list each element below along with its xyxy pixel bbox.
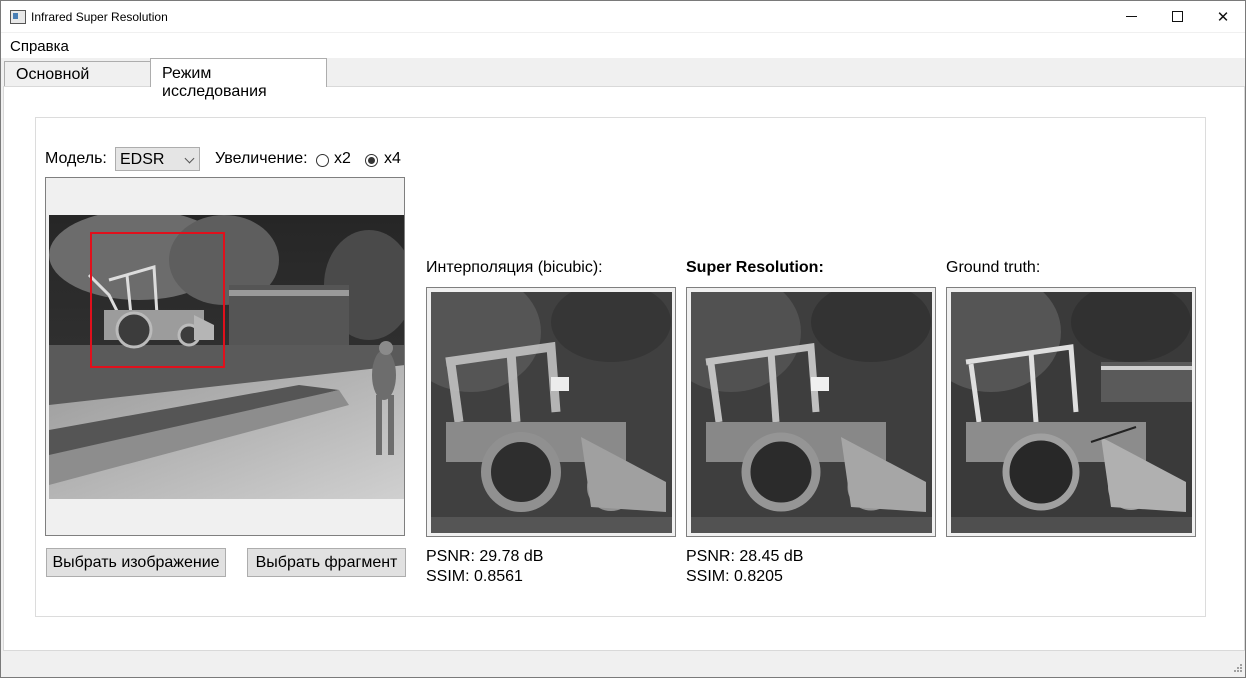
zoom-x4-label[interactable]: x4 xyxy=(384,150,401,168)
model-select-value: EDSR xyxy=(120,151,165,168)
close-button[interactable]: ✕ xyxy=(1200,1,1246,32)
sr-image xyxy=(691,292,932,533)
bicubic-title: Интерполяция (bicubic): xyxy=(426,259,603,276)
sr-image-frame xyxy=(686,287,936,537)
resize-grip-icon[interactable] xyxy=(1231,663,1243,675)
menu-bar: Справка xyxy=(1,33,1245,58)
research-group-box: Модель: EDSR Увеличение: x2 x4 Выбрать и… xyxy=(35,117,1206,617)
source-thermal-image[interactable] xyxy=(49,215,404,499)
zoom-label: Увеличение: xyxy=(215,150,308,167)
minimize-icon xyxy=(1125,16,1137,17)
bicubic-picture xyxy=(431,292,672,533)
tab-research-mode[interactable]: Режим исследования xyxy=(150,58,327,100)
menu-help[interactable]: Справка xyxy=(10,38,69,55)
source-image-frame xyxy=(45,177,405,536)
bicubic-image-frame xyxy=(426,287,676,537)
sr-picture xyxy=(691,292,932,533)
ground-truth-image-frame xyxy=(946,287,1196,537)
maximize-icon xyxy=(1171,11,1183,22)
zoom-x2-radio[interactable] xyxy=(316,154,329,167)
ground-truth-title: Ground truth: xyxy=(946,259,1041,276)
tab-bar: Основной режим Режим исследования xyxy=(1,58,1245,101)
bicubic-psnr: PSNR: 29.78 dB xyxy=(426,548,544,565)
chevron-down-icon xyxy=(184,153,195,164)
model-label: Модель: xyxy=(45,150,107,167)
title-bar: Infrared Super Resolution ✕ xyxy=(1,1,1245,32)
select-fragment-button[interactable]: Выбрать фрагмент xyxy=(247,548,406,577)
sr-psnr: PSNR: 28.45 dB xyxy=(686,548,804,565)
research-tab-pane: Модель: EDSR Увеличение: x2 x4 Выбрать и… xyxy=(3,86,1245,651)
model-select[interactable]: EDSR xyxy=(115,147,200,171)
zoom-x4-radio[interactable] xyxy=(365,154,378,167)
app-window: Infrared Super Resolution ✕ Справка Осно… xyxy=(0,0,1246,678)
app-icon xyxy=(10,10,26,24)
select-image-button[interactable]: Выбрать изображение xyxy=(46,548,226,577)
window-title: Infrared Super Resolution xyxy=(31,10,168,24)
bicubic-image xyxy=(431,292,672,533)
sr-title: Super Resolution: xyxy=(686,259,824,276)
ground-truth-image xyxy=(951,292,1192,533)
sr-ssim: SSIM: 0.8205 xyxy=(686,568,783,585)
fragment-selection-rect[interactable] xyxy=(90,232,225,368)
zoom-x2-label[interactable]: x2 xyxy=(334,150,351,168)
minimize-button[interactable] xyxy=(1108,1,1154,32)
ground-truth-picture xyxy=(951,292,1192,533)
maximize-button[interactable] xyxy=(1154,1,1200,32)
tab-main-mode[interactable]: Основной режим xyxy=(4,61,151,101)
bicubic-ssim: SSIM: 0.8561 xyxy=(426,568,523,585)
close-icon: ✕ xyxy=(1216,8,1230,26)
